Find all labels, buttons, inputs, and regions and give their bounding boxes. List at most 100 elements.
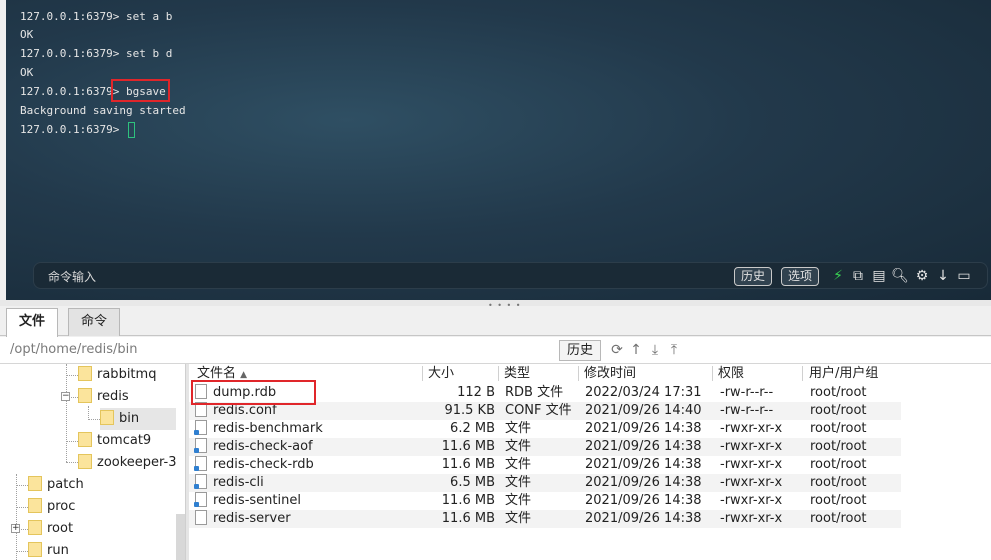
tree-item-patch[interactable]: patch [28, 474, 84, 496]
column-separator[interactable] [712, 366, 713, 381]
file-row[interactable]: redis-cli 6.5 MB 文件 2021/09/26 14:38 -rwxr-x… [189, 474, 901, 492]
copy-icon[interactable]: ⧉ [849, 266, 867, 286]
command-input[interactable]: 命令输入 [48, 268, 96, 285]
bolt-icon[interactable]: ⚡ [829, 266, 847, 286]
file-row[interactable]: redis-sentinel 11.6 MB 文件 2021/09/26 14:38 -… [189, 492, 901, 510]
column-separator[interactable] [422, 366, 423, 381]
tree-item-tomcat9[interactable]: tomcat9 [78, 430, 151, 452]
tree-guide-line [21, 529, 28, 530]
tree-item-label: proc [47, 499, 76, 514]
file-cell-mtime: 2021/09/26 14:40 [585, 403, 702, 418]
folder-icon [28, 498, 42, 513]
file-cell-type: 文件 [505, 421, 532, 436]
file-cell-type: 文件 [505, 457, 532, 472]
terminal-prompt: 127.0.0.1:6379> [20, 123, 126, 136]
tree-item-zookeeper[interactable]: zookeeper-3 [78, 452, 177, 474]
refresh-icon[interactable]: ⟳ [608, 340, 626, 360]
tree-guide-line [88, 406, 89, 420]
column-header-permissions[interactable]: 权限 [718, 364, 744, 383]
tree-item-rabbitmq[interactable]: rabbitmq [78, 364, 156, 386]
tree-item-run[interactable]: run [28, 540, 69, 560]
column-header-mtime[interactable]: 修改时间 [584, 364, 636, 383]
terminal-cursor [127, 122, 135, 138]
options-button[interactable]: 选项 [781, 267, 820, 286]
terminal-pane[interactable]: 127.0.0.1:6379> set a b OK 127.0.0.1:637… [0, 0, 991, 300]
collapse-toggle-icon[interactable]: − [61, 392, 70, 401]
file-cell-perm: -rwxr-xr-x [720, 511, 783, 526]
file-cell-perm: -rwxr-xr-x [720, 457, 783, 472]
file-cell-type: 文件 [505, 511, 532, 526]
file-cell-size: 112 B [457, 385, 495, 400]
terminal-line: OK [20, 66, 34, 79]
tab-commands[interactable]: 命令 [68, 308, 121, 336]
paste-icon[interactable]: ▤ [870, 266, 888, 286]
up-dir-icon[interactable]: ↑ [627, 340, 645, 360]
terminal-line: 127.0.0.1:6379> set a b [20, 10, 173, 23]
file-cell-mtime: 2021/09/26 14:38 [585, 493, 702, 508]
command-input-bar[interactable]: 命令输入 历史 选项 ⚡ ⧉ ▤ 🔍︎ ⚙ ↓ ▭ [33, 262, 988, 289]
file-cell-perm: -rwxr-xr-x [720, 493, 783, 508]
folder-icon [28, 542, 42, 557]
file-list[interactable]: 文件名 ▲ 大小 类型 修改时间 权限 用户/用户组 dump.rdb 112 B… [189, 364, 991, 560]
column-header-size[interactable]: 大小 [428, 364, 454, 383]
tree-guide-line [66, 441, 78, 442]
download-icon[interactable]: ⤓ [646, 340, 664, 360]
file-cell-owner: root/root [810, 421, 867, 436]
file-cell-mtime: 2021/09/26 14:38 [585, 475, 702, 490]
file-cell-owner: root/root [810, 493, 867, 508]
executable-icon [194, 438, 207, 453]
tree-item-label: run [47, 543, 69, 558]
tab-files[interactable]: 文件 [6, 308, 59, 337]
terminal-prompt-line[interactable]: 127.0.0.1:6379> [20, 121, 135, 139]
tree-guide-line [16, 474, 17, 560]
column-separator[interactable] [498, 366, 499, 381]
file-cell-name: redis-cli [213, 475, 264, 490]
tree-guide-line [71, 397, 78, 398]
file-cell-perm: -rwxr-xr-x [720, 475, 783, 490]
file-cell-type: RDB 文件 [505, 385, 564, 400]
tree-guide-line [16, 551, 28, 552]
column-separator[interactable] [578, 366, 579, 381]
file-row[interactable]: redis-server 11.6 MB 文件 2021/09/26 14:38 -rw… [189, 510, 901, 528]
tree-item-proc[interactable]: proc [28, 496, 75, 518]
tree-item-root[interactable]: root [28, 518, 73, 540]
expand-toggle-icon[interactable]: + [11, 524, 20, 533]
file-cell-type: 文件 [505, 493, 532, 508]
tab-bar: 文件 命令 [0, 306, 991, 337]
file-row[interactable]: redis-benchmark 6.2 MB 文件 2021/09/26 14:38 -… [189, 420, 901, 438]
highlight-box-dump-rdb [191, 380, 316, 405]
path-input[interactable]: /opt/home/redis/bin [10, 342, 137, 357]
tree-item-bin[interactable]: bin [100, 408, 176, 430]
column-header-label: 文件名 [197, 366, 237, 381]
column-header-owner[interactable]: 用户/用户组 [809, 364, 878, 383]
file-cell-mtime: 2021/09/26 14:38 [585, 457, 702, 472]
directory-tree[interactable]: rabbitmq − redis bin tomcat9 zookeeper-3… [0, 364, 186, 560]
gear-icon[interactable]: ⚙ [913, 266, 931, 286]
tree-item-label: tomcat9 [97, 433, 152, 448]
file-cell-mtime: 2022/03/24 17:31 [585, 385, 702, 400]
file-cell-size: 6.2 MB [450, 421, 495, 436]
window-icon[interactable]: ▭ [955, 266, 973, 286]
history-button[interactable]: 历史 [734, 267, 773, 286]
folder-icon [78, 432, 92, 447]
tree-scrollbar[interactable] [176, 514, 185, 560]
path-bar: /opt/home/redis/bin 历史 ⟳ ↑ ⤓ ⤒ [0, 337, 991, 364]
tree-item-label: bin [119, 411, 140, 426]
file-cell-name: redis-check-rdb [213, 457, 314, 472]
file-cell-name: redis-check-aof [213, 439, 313, 454]
arrow-down-icon[interactable]: ↓ [934, 266, 952, 286]
file-row[interactable]: redis-check-aof 11.6 MB 文件 2021/09/26 14:38… [189, 438, 901, 456]
folder-icon [100, 410, 114, 425]
path-history-button[interactable]: 历史 [559, 340, 602, 361]
executable-icon [194, 474, 207, 489]
file-cell-type: 文件 [505, 475, 532, 490]
tree-item-redis[interactable]: redis [78, 386, 129, 408]
file-cell-owner: root/root [810, 475, 867, 490]
file-cell-perm: -rw-r--r-- [720, 403, 774, 418]
file-row[interactable]: redis-check-rdb 11.6 MB 文件 2021/09/26 14:38… [189, 456, 901, 474]
file-cell-type: 文件 [505, 439, 532, 454]
search-icon[interactable]: 🔍︎ [891, 266, 909, 286]
upload-icon[interactable]: ⤒ [665, 340, 683, 360]
column-header-type[interactable]: 类型 [504, 364, 530, 383]
column-separator[interactable] [802, 366, 803, 381]
